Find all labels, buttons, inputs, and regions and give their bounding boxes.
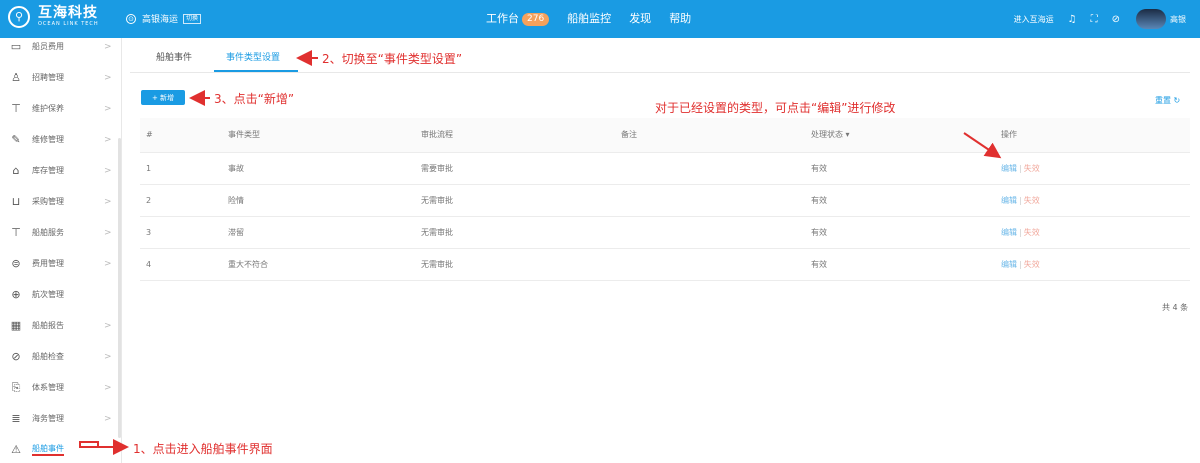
- annotation-step3: 3、点击“新增”: [214, 92, 295, 106]
- annotation-arrows: [79, 50, 1002, 455]
- arrow-step1: [79, 439, 129, 455]
- annotation-step1: 1、点击进入船舶事件界面: [133, 442, 273, 456]
- arrow-edit-hint: [963, 132, 1002, 159]
- annotation-step2: 2、切换至“事件类型设置”: [322, 52, 463, 66]
- annotation-edit-hint: 对于已经设置的类型，可点击“编辑”进行修改: [655, 101, 896, 115]
